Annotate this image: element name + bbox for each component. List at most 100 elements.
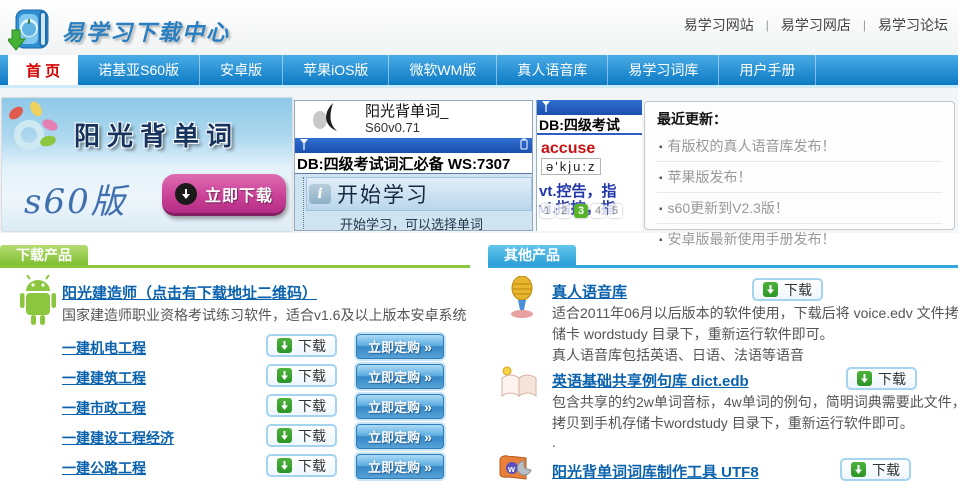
app-version: S60v0.71: [365, 120, 448, 136]
app-logo-icon: [309, 102, 349, 137]
top-links: 易学习网站 | 易学习网店 | 易学习论坛: [684, 15, 948, 35]
chevron-right-icon: »: [424, 339, 432, 355]
chevron-right-icon: »: [424, 429, 432, 445]
download-link-shizheng[interactable]: 一建市政工程: [62, 398, 146, 418]
pager-page-1[interactable]: 1: [540, 204, 554, 218]
nav-tab-voice-library[interactable]: 真人语音库: [497, 55, 608, 85]
promo-banner: 阳光背单词 s60版 立即下载: [2, 98, 292, 231]
download-button-sentence-library[interactable]: 下载: [846, 367, 917, 390]
voice-library-desc: 储卡 wordstudy 目录下，重新运行软件即可。: [552, 324, 834, 344]
screenshot-titlebar: 阳光背单词_ S60v0.71: [295, 101, 532, 138]
nav-tab-dictionary[interactable]: 易学习词库: [608, 55, 719, 85]
section-tab-others: 其他产品: [488, 245, 576, 265]
download-button-jianzhu[interactable]: 下载: [266, 364, 337, 387]
section-divider-green: [0, 265, 470, 268]
link-separator: |: [863, 18, 866, 32]
download-button-jidian[interactable]: 下载: [266, 334, 337, 357]
android-robot-icon: [16, 275, 60, 332]
app-screenshot-main: 阳光背单词_ S60v0.71 DB:四级考试词汇必备 WS:7307 i 开始…: [294, 100, 533, 231]
section-tab-downloads: 下载产品: [0, 245, 88, 265]
bullet-icon: ▪: [659, 204, 663, 215]
order-button-jianzhu[interactable]: 立即定购»: [356, 364, 444, 389]
voice-library-desc: 适合2011年06月以后版本的软件使用，下载后将 voice.edv 文件拷: [552, 303, 958, 323]
download-arrow-icon: [277, 338, 292, 353]
download-arrow-icon: [277, 368, 292, 383]
info-icon: i: [309, 184, 331, 204]
download-button-shizheng[interactable]: 下载: [266, 394, 337, 417]
recent-updates-box: 最近更新： ▪有版权的真人语音库发布！ ▪苹果版发布！ ▪s60更新到V2.3版…: [644, 101, 955, 230]
pager-page-5[interactable]: 5: [608, 204, 622, 218]
microphone-icon: [504, 276, 540, 325]
link-separator: |: [766, 18, 769, 32]
sentence-library-desc: .: [552, 434, 556, 450]
backpack-download-icon: [8, 4, 54, 57]
download-link-jianzhu[interactable]: 一建建筑工程: [62, 368, 146, 388]
db-status-line: DB:四级考试: [537, 115, 642, 135]
nav-tab-nokia-s60[interactable]: 诺基亚S60版: [78, 55, 200, 85]
update-item[interactable]: ▪苹果版发布！: [657, 162, 942, 193]
download-button-jingji[interactable]: 下载: [266, 424, 337, 447]
main-nav: 首 页 诺基亚S60版 安卓版 苹果iOS版 微软WM版 真人语音库 易学习词库…: [0, 55, 958, 85]
bullet-icon: ▪: [659, 173, 663, 184]
section-divider-blue: [488, 265, 958, 268]
sentence-library-desc: 拷贝到手机存储卡wordstudy 目录下，重新运行软件即可。: [552, 413, 914, 433]
update-item[interactable]: ▪s60更新到V2.3版！: [657, 193, 942, 224]
download-button-voice-library[interactable]: 下载: [752, 278, 823, 301]
order-button-jingji[interactable]: 立即定购»: [356, 424, 444, 449]
download-arrow-icon: [857, 371, 872, 386]
voice-library-desc: 真人语音库包括英语、日语、法语等语音: [552, 345, 804, 365]
app-menu: i 开始学习 开始学习，可以选择单词: [295, 174, 532, 231]
order-button-jidian[interactable]: 立即定购»: [356, 334, 444, 359]
sentence-library-desc: 包含共享的约2w单词音标，4w单词的例句，简明词典需要此文件，下: [552, 392, 958, 412]
product-title-sentence-library[interactable]: 英语基础共享例句库 dict.edb: [552, 370, 749, 391]
open-book-icon: [498, 364, 540, 407]
chevron-right-icon: »: [424, 399, 432, 415]
db-status-line: DB:四级考试词汇必备 WS:7307: [295, 153, 532, 174]
hero-band: 阳光背单词 s60版 立即下载 阳光背单词_ S60v0.71: [0, 88, 958, 233]
banner-title: 阳光背单词: [74, 116, 239, 153]
phone-statusbar: [295, 138, 532, 153]
chevron-right-icon: »: [424, 459, 432, 475]
download-arrow-icon: [851, 462, 866, 477]
update-item[interactable]: ▪有版权的真人语音库发布！: [657, 131, 942, 162]
top-link-forum[interactable]: 易学习论坛: [878, 15, 948, 35]
nav-tab-home[interactable]: 首 页: [8, 55, 78, 85]
flower-logo-icon: [6, 106, 64, 164]
download-button-dict-tool[interactable]: 下载: [840, 458, 911, 481]
order-button-gonglu[interactable]: 立即定购»: [356, 454, 444, 479]
order-button-shizheng[interactable]: 立即定购»: [356, 394, 444, 419]
nav-tab-manual[interactable]: 用户手册: [719, 55, 816, 85]
menu-item-description: 开始学习，可以选择单词: [306, 211, 532, 231]
menu-item-selected: i 开始学习: [306, 177, 532, 211]
banner-download-button[interactable]: 立即下载: [162, 174, 286, 216]
carousel-pager: 1 2 3 4 5: [540, 204, 622, 218]
nav-tab-wm[interactable]: 微软WM版: [389, 55, 497, 85]
download-button-gonglu[interactable]: 下载: [266, 454, 337, 477]
app-name: 阳光背单词_: [365, 104, 448, 120]
nav-tab-android[interactable]: 安卓版: [200, 55, 283, 85]
chevron-right-icon: »: [424, 369, 432, 385]
site-title: 易学习下载中心: [62, 15, 230, 47]
product-subtitle-builder: 国家建造师职业资格考试练习软件，适合v1.6及以上版本安卓系统: [62, 305, 466, 325]
bullet-icon: ▪: [659, 142, 663, 153]
product-title-builder[interactable]: 阳光建造师（点击有下载地址二维码）: [62, 282, 317, 303]
download-link-jidian[interactable]: 一建机电工程: [62, 338, 146, 358]
pager-page-2[interactable]: 2: [557, 204, 571, 218]
svg-text:w: w: [507, 464, 516, 474]
top-link-store[interactable]: 易学习网店: [781, 15, 851, 35]
site-logo[interactable]: 易学习下载中心: [8, 4, 230, 57]
recent-updates-title: 最近更新：: [657, 109, 942, 129]
pager-page-3-active[interactable]: 3: [574, 204, 588, 218]
top-link-website[interactable]: 易学习网站: [684, 15, 754, 35]
download-arrow-icon: [763, 282, 778, 297]
nav-tab-ios[interactable]: 苹果iOS版: [283, 55, 389, 85]
phone-statusbar: [537, 100, 642, 115]
page-header: 易学习下载中心 易学习网站 | 易学习网店 | 易学习论坛: [0, 0, 958, 55]
update-item[interactable]: ▪安卓版最新使用手册发布！: [657, 224, 942, 254]
dictionary-word: accuse: [541, 140, 642, 158]
download-link-gonglu[interactable]: 一建公路工程: [62, 458, 146, 478]
pager-page-4[interactable]: 4: [591, 204, 605, 218]
download-arrow-icon: [277, 458, 292, 473]
product-title-voice-library[interactable]: 真人语音库: [552, 281, 627, 302]
download-link-jingji[interactable]: 一建建设工程经济: [62, 428, 174, 448]
